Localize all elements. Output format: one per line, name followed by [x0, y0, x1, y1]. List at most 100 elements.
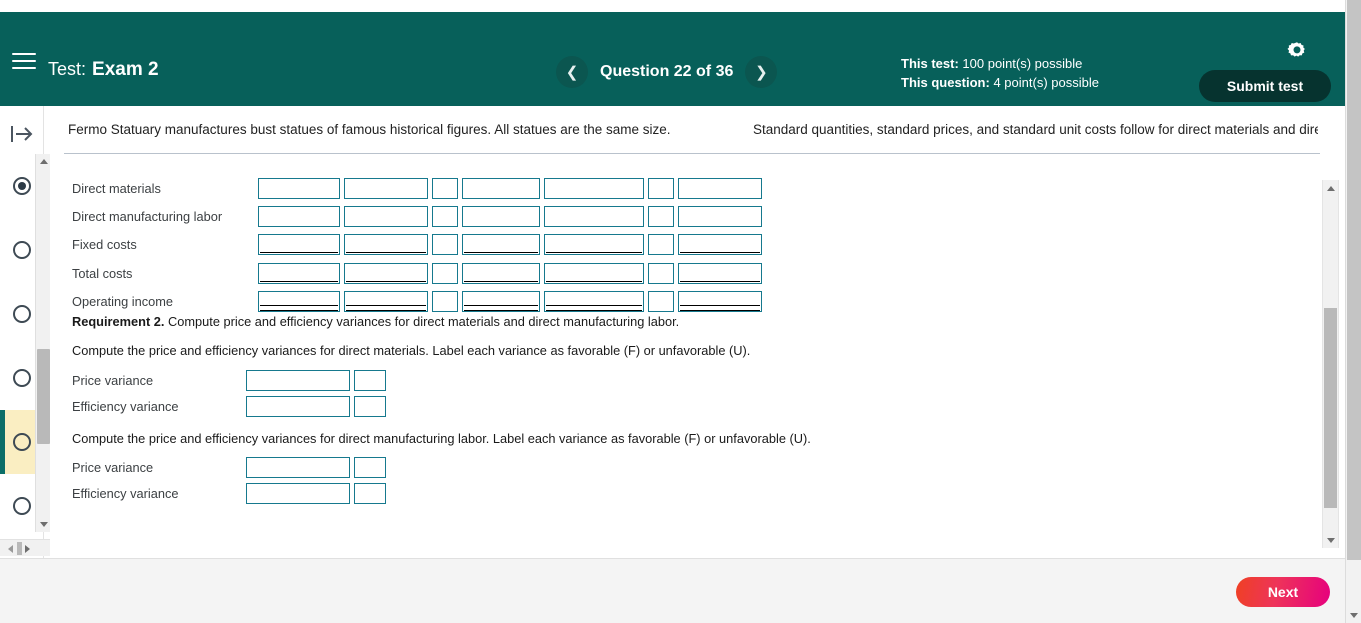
input-r2c2[interactable] [344, 206, 428, 228]
input-r4c2[interactable] [344, 262, 428, 284]
variance-row: Price variance [72, 455, 390, 481]
input-r4c5[interactable] [544, 262, 644, 284]
requirement-heading: Requirement 2. Compute price and efficie… [72, 314, 679, 329]
question-points-row: This question: 4 point(s) possible [901, 73, 1099, 92]
variance-row: Price variance [72, 368, 390, 394]
labor-price-variance-flag-input[interactable] [354, 457, 386, 479]
input-r3c3[interactable] [432, 234, 458, 256]
points-summary: This test: 100 point(s) possible This qu… [901, 54, 1099, 92]
question-rail [0, 106, 50, 558]
input-r3c6[interactable] [648, 234, 674, 256]
test-points-value: 100 point(s) possible [962, 56, 1083, 71]
radio-empty-icon [13, 497, 31, 515]
input-r3c4[interactable] [462, 234, 540, 256]
rail-vertical-scrollbar[interactable] [35, 154, 50, 532]
materials-efficiency-variance-input[interactable] [246, 395, 350, 417]
rail-scroll-down-icon[interactable] [36, 517, 51, 532]
content-scrollbar-thumb[interactable] [1324, 308, 1337, 508]
variance-row: Efficiency variance [72, 394, 390, 420]
input-r4c1[interactable] [258, 262, 340, 284]
input-r1c1[interactable] [258, 177, 340, 199]
test-name-label: Exam 2 [92, 59, 159, 80]
next-question-button[interactable]: ❯ [745, 56, 778, 88]
input-r3c1[interactable] [258, 234, 340, 256]
instruction-labor: Compute the price and efficiency varianc… [72, 431, 811, 446]
rail-scroll-left-icon[interactable] [3, 540, 17, 557]
radio-empty-icon [13, 369, 31, 387]
test-prefix-label: Test: [48, 59, 87, 79]
row-label: Fixed costs [72, 237, 137, 253]
input-r4c7[interactable] [678, 262, 762, 284]
input-r4c4[interactable] [462, 262, 540, 284]
input-r2c1[interactable] [258, 206, 340, 228]
input-r5c1[interactable] [258, 291, 340, 313]
input-r3c7[interactable] [678, 234, 762, 256]
input-r2c3[interactable] [432, 206, 458, 228]
materials-efficiency-variance-flag-input[interactable] [354, 395, 386, 417]
test-title: Test: Exam 2 [48, 59, 159, 81]
previous-question-button[interactable]: ❮ [556, 56, 588, 88]
input-r5c2[interactable] [344, 291, 428, 313]
input-r2c5[interactable] [544, 206, 644, 228]
content-scroll-down-icon[interactable] [1323, 532, 1338, 548]
rail-scroll-right-icon[interactable] [20, 540, 34, 557]
radio-empty-icon [13, 433, 31, 451]
exam-body: Fermo Statuary manufactures bust statues… [0, 106, 1345, 558]
input-r1c4[interactable] [462, 177, 540, 199]
expand-panel-icon[interactable] [9, 123, 35, 145]
rail-horizontal-scrollbar[interactable] [0, 539, 50, 556]
input-r2c6[interactable] [648, 206, 674, 228]
table-row: Direct materials [72, 174, 766, 202]
input-r1c6[interactable] [648, 177, 674, 199]
content-scroll-up-icon[interactable] [1323, 180, 1338, 196]
input-r4c6[interactable] [648, 262, 674, 284]
window-scroll-down-icon[interactable] [1346, 607, 1361, 623]
input-r2c4[interactable] [462, 206, 540, 228]
question-points-label: This question: [901, 75, 990, 90]
content-vertical-scrollbar[interactable] [1322, 180, 1339, 548]
gear-icon[interactable] [1285, 40, 1309, 64]
input-r1c7[interactable] [678, 177, 762, 199]
prompt-right-text: Standard quantities, standard prices, an… [753, 122, 1318, 137]
input-r5c4[interactable] [462, 291, 540, 313]
next-button[interactable]: Next [1236, 577, 1330, 607]
table-row: Operating income [72, 288, 766, 316]
window-vertical-scrollbar[interactable] [1345, 0, 1361, 623]
question-prompt-strip: Fermo Statuary manufactures bust statues… [44, 106, 1345, 154]
materials-price-variance-flag-input[interactable] [354, 370, 386, 392]
test-points-label: This test: [901, 56, 959, 71]
variance-label: Efficiency variance [72, 485, 179, 501]
labor-variance-block: Price variance Efficiency variance [72, 455, 390, 506]
radio-empty-icon [13, 305, 31, 323]
table-row: Direct manufacturing labor [72, 202, 766, 230]
question-navigation: ❮ Question 22 of 36 ❯ [556, 56, 778, 88]
variance-label: Price variance [72, 373, 154, 389]
input-r3c5[interactable] [544, 234, 644, 256]
hamburger-menu-icon[interactable] [12, 48, 36, 70]
rail-scrollbar-thumb[interactable] [37, 349, 50, 444]
input-r3c2[interactable] [344, 234, 428, 256]
input-r5c6[interactable] [648, 291, 674, 313]
materials-price-variance-input[interactable] [246, 370, 350, 392]
labor-efficiency-variance-input[interactable] [246, 482, 350, 504]
input-r5c3[interactable] [432, 291, 458, 313]
input-r4c3[interactable] [432, 262, 458, 284]
variance-row: Efficiency variance [72, 481, 390, 507]
materials-variance-block: Price variance Efficiency variance [72, 368, 390, 419]
input-r5c7[interactable] [678, 291, 762, 313]
input-r1c2[interactable] [344, 177, 428, 199]
labor-efficiency-variance-flag-input[interactable] [354, 482, 386, 504]
rail-scroll-up-icon[interactable] [36, 154, 51, 169]
table-row: Total costs [72, 259, 766, 287]
input-r1c5[interactable] [544, 177, 644, 199]
labor-price-variance-input[interactable] [246, 457, 350, 479]
exam-page: Test: Exam 2 ❮ Question 22 of 36 ❯ This t… [0, 0, 1361, 623]
window-scrollbar-thumb[interactable] [1347, 0, 1361, 560]
question-content-pane: Direct materials Direct manufacturing la… [64, 174, 1320, 552]
radio-empty-icon [13, 241, 31, 259]
input-r2c7[interactable] [678, 206, 762, 228]
input-r1c3[interactable] [432, 177, 458, 199]
submit-test-button[interactable]: Submit test [1199, 70, 1331, 102]
input-r5c5[interactable] [544, 291, 644, 313]
variance-label: Efficiency variance [72, 398, 179, 414]
